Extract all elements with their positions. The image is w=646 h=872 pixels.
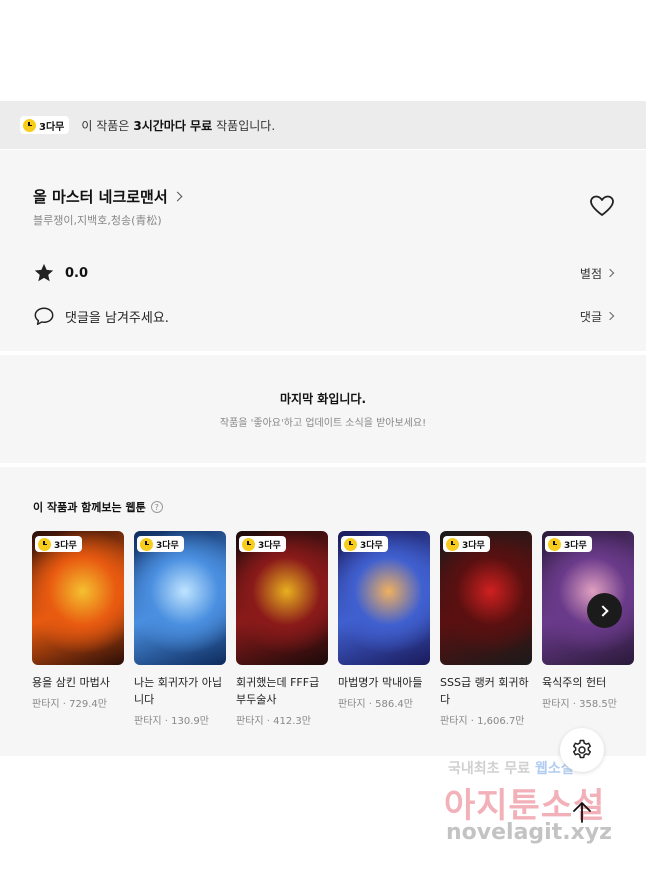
banner-text: 이 작품은 3시간마다 무료 작품입니다.	[81, 117, 275, 134]
question-icon[interactable]: ?	[150, 501, 163, 513]
clock-icon	[140, 537, 153, 551]
recommendation-card[interactable]: 3다무나는 회귀자가 아닙니다판타지 · 130.9만	[134, 531, 226, 727]
recommendation-heading: 이 작품과 함께보는 웹툰 ?	[33, 499, 163, 515]
card-title[interactable]: 회귀했는데 FFF급 부두술사	[236, 674, 328, 708]
star-icon	[34, 263, 54, 282]
chevron-right-icon	[172, 191, 183, 202]
rating-value: 0.0	[65, 265, 89, 281]
comment-prompt[interactable]: 댓글을 남겨주세요.	[65, 307, 169, 326]
viewer-end-page: 3다무 이 작품은 3시간마다 무료 작품입니다. 올 마스터 네크로맨서 블루…	[0, 0, 646, 872]
card-meta: 판타지 · 412.3만	[236, 716, 311, 727]
card-title[interactable]: SSS급 랭커 회귀하다	[440, 674, 532, 708]
recommendation-card[interactable]: 3다무회귀했는데 FFF급 부두술사판타지 · 412.3만	[236, 531, 328, 727]
cover-image[interactable]: 3다무	[236, 531, 328, 665]
last-episode-subtitle: 작품을 '좋아요'하고 업데이트 소식을 받아보세요!	[219, 418, 427, 429]
cover-image[interactable]: 3다무	[32, 531, 124, 665]
gear-icon	[572, 739, 592, 759]
chevron-right-icon	[597, 604, 609, 617]
recommendation-card[interactable]: 3다무육식주의 헌터판타지 · 358.5만	[542, 531, 634, 727]
wait-free-badge: 3다무	[20, 116, 70, 134]
clock-icon	[38, 537, 51, 551]
watermark-line1-pre: 국내최초 무료	[448, 761, 531, 777]
work-info-section: 올 마스터 네크로맨서 블루쟁이,지백호,청송(青松) 0.0 별점 댓글을 남…	[0, 150, 646, 351]
recommendation-card[interactable]: 3다무마법명가 막내아들판타지 · 586.4만	[338, 531, 430, 727]
clock-icon	[23, 118, 36, 132]
recommendation-section: 이 작품과 함께보는 웹툰 ? 3다무용을 삼킨 마법사판타지 · 729.4만…	[0, 467, 646, 756]
banner-text-post: 작품입니다.	[216, 118, 276, 133]
badge-label: 3다무	[39, 121, 65, 133]
wait-free-badge: 3다무	[239, 536, 286, 552]
wait-free-badge: 3다무	[545, 536, 592, 552]
banner-text-pre: 이 작품은	[81, 118, 130, 133]
recommendation-list: 3다무 용을 삼킨 마법사 판타지 · 729.4만 3다무 나는 회귀자가 아닙니다 판…	[32, 531, 646, 727]
chevron-right-icon	[605, 268, 615, 278]
badge-label: 3다무	[258, 540, 281, 551]
card-title[interactable]: 나는 회귀자가 아닙니다	[134, 674, 226, 708]
watermark-line1: 국내최초 무료 웹소설	[448, 758, 574, 778]
work-title-link[interactable]: 올 마스터 네크로맨서	[33, 186, 183, 207]
card-title[interactable]: 육식주의 헌터	[542, 674, 634, 691]
card-meta: 판타지 · 729.4만	[32, 699, 107, 710]
scroll-top-button[interactable]	[562, 792, 602, 832]
watermark: 국내최초 무료 웹소설 아지툰소설 novelagit.xyz	[440, 756, 640, 856]
speech-bubble-icon	[34, 307, 54, 325]
banner-text-bold: 3시간마다 무료	[133, 118, 213, 133]
rating-link-label: 별점	[579, 266, 602, 281]
wait-free-badge: 3다무	[137, 536, 184, 552]
wait-free-badge: 3다무	[443, 536, 490, 552]
work-authors: 블루쟁이,지백호,청송(青松)	[33, 214, 162, 227]
clock-icon	[446, 537, 459, 551]
free-notice-banner: 3다무 이 작품은 3시간마다 무료 작품입니다.	[0, 101, 646, 149]
card-title[interactable]: 마법명가 막내아들	[338, 674, 430, 691]
badge-label: 3다무	[156, 540, 179, 551]
card-title[interactable]: 용을 삼킨 마법사	[32, 674, 124, 691]
card-meta: 판타지 · 130.9만	[134, 716, 209, 727]
cover-image[interactable]: 3다무	[542, 531, 634, 665]
badge-label: 3다무	[462, 540, 485, 551]
cover-image[interactable]: 3다무	[338, 531, 430, 665]
clock-icon	[344, 537, 357, 551]
cover-image[interactable]: 3다무	[440, 531, 532, 665]
carousel-next-button[interactable]	[587, 593, 622, 628]
work-title: 올 마스터 네크로맨서	[33, 188, 168, 206]
badge-label: 3다무	[564, 540, 587, 551]
recommendation-heading-text: 이 작품과 함께보는 웹툰	[33, 501, 146, 514]
rating-row: 0.0 별점	[33, 262, 615, 284]
chevron-right-icon	[605, 311, 615, 321]
rating-link[interactable]: 별점	[579, 265, 615, 282]
comment-row: 댓글을 남겨주세요. 댓글	[33, 305, 615, 327]
cover-image[interactable]: 3다무	[134, 531, 226, 665]
badge-label: 3다무	[360, 540, 383, 551]
comment-link-label: 댓글	[579, 309, 602, 324]
recommendation-card[interactable]: 3다무용을 삼킨 마법사판타지 · 729.4만	[32, 531, 124, 727]
settings-button[interactable]	[560, 728, 604, 772]
recommendation-card[interactable]: 3다무 SSS급 랭커 회귀하다판타지 · 1,606.7만	[440, 531, 532, 727]
last-episode-title: 마지막 화입니다.	[279, 392, 367, 406]
card-meta: 판타지 · 358.5만	[542, 699, 617, 710]
card-meta: 판타지 · 586.4만	[338, 699, 413, 710]
card-meta: 판타지 · 1,606.7만	[440, 716, 525, 727]
comment-link[interactable]: 댓글	[579, 308, 615, 325]
wait-free-badge: 3다무	[35, 536, 82, 552]
clock-icon	[548, 537, 561, 551]
heart-icon[interactable]	[589, 194, 615, 218]
last-episode-section: 마지막 화입니다. 작품을 '좋아요'하고 업데이트 소식을 받아보세요!	[0, 355, 646, 463]
clock-icon	[242, 537, 255, 551]
badge-label: 3다무	[54, 540, 77, 551]
wait-free-badge: 3다무	[341, 536, 388, 552]
arrow-up-icon	[573, 802, 591, 823]
